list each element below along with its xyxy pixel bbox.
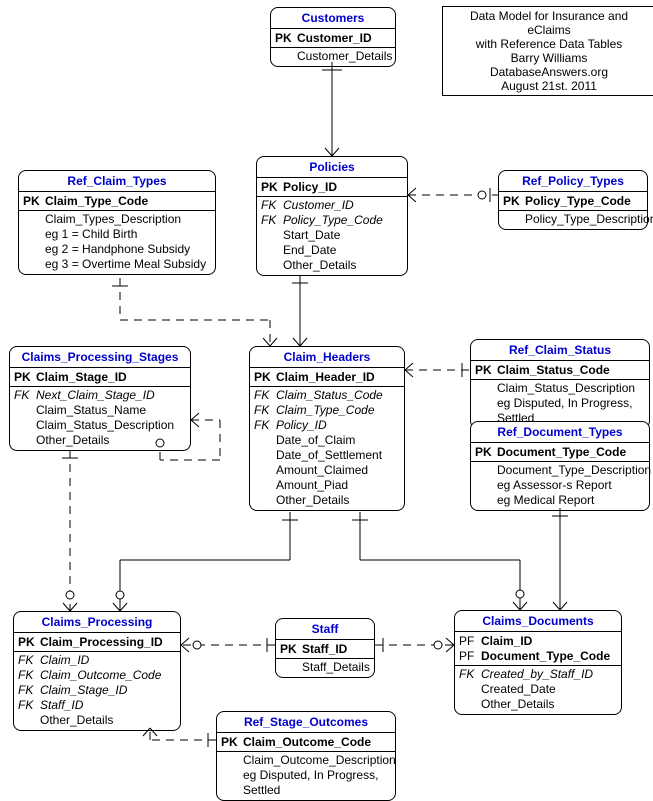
entity-title: Ref_Claim_Types bbox=[19, 171, 215, 192]
entity-ref-document-types: Ref_Document_Types PKDocument_Type_Code … bbox=[470, 421, 650, 511]
entity-claims-processing-stages: Claims_Processing_Stages PKClaim_Stage_I… bbox=[9, 346, 191, 451]
pf-field: Document_Type_Code bbox=[481, 649, 617, 664]
entity-title: Claim_Headers bbox=[250, 347, 404, 368]
attr-field: Amount_Claimed bbox=[276, 463, 400, 478]
fk-field: Customer_ID bbox=[283, 198, 403, 213]
attr-field: Document_Type_Description bbox=[497, 463, 651, 478]
pk-field: Claim_Stage_ID bbox=[36, 370, 186, 385]
entity-title: Ref_Document_Types bbox=[471, 422, 649, 443]
entity-title: Claims_Processing bbox=[14, 612, 180, 633]
entity-claims-processing: Claims_Processing PKClaim_Processing_ID … bbox=[13, 611, 181, 731]
attr-field: Staff_Details bbox=[302, 660, 370, 675]
entity-customers: Customers PKCustomer_ID Customer_Details bbox=[270, 7, 396, 67]
entity-ref-claim-types: Ref_Claim_Types PKClaim_Type_Code Claim_… bbox=[18, 170, 216, 275]
attr-field: Claim_Status_Description bbox=[36, 418, 186, 433]
entity-title: Staff bbox=[276, 619, 374, 640]
attr-field: Claim_Status_Description bbox=[497, 381, 645, 396]
info-line: with Reference Data Tables bbox=[449, 37, 649, 51]
info-line: DatabaseAnswers.org bbox=[449, 65, 649, 79]
entity-claims-documents: Claims_Documents PFClaim_ID PFDocument_T… bbox=[454, 610, 622, 715]
attr-field: Claim_Types_Description bbox=[45, 212, 211, 227]
attr-field: Policy_Type_Description bbox=[525, 212, 653, 227]
attr-field: eg Medical Report bbox=[497, 493, 645, 508]
fk-field: Claim_ID bbox=[40, 653, 176, 668]
attr-field: Claim_Outcome_Description bbox=[243, 753, 396, 768]
attr-field: eg Assessor-s Report bbox=[497, 478, 645, 493]
entity-staff: Staff PKStaff_ID Staff_Details bbox=[275, 618, 375, 678]
fk-field: Policy_Type_Code bbox=[283, 213, 403, 228]
attr-field: Start_Date bbox=[283, 228, 403, 243]
attr-field: Other_Details bbox=[283, 258, 403, 273]
pk-field: Policy_Type_Code bbox=[525, 194, 643, 209]
fk-field: Claim_Outcome_Code bbox=[40, 668, 176, 683]
pk-field: Claim_Outcome_Code bbox=[243, 735, 391, 750]
entity-title: Ref_Policy_Types bbox=[499, 171, 647, 192]
entity-title: Ref_Claim_Status bbox=[471, 340, 649, 361]
pk-field: Staff_ID bbox=[302, 642, 370, 657]
attr-field: eg 1 = Child Birth bbox=[45, 227, 211, 242]
info-box: Data Model for Insurance and eClaims wit… bbox=[442, 6, 653, 96]
fk-field: Next_Claim_Stage_ID bbox=[36, 388, 186, 403]
fk-field: Created_by_Staff_ID bbox=[481, 667, 617, 682]
attr-field: Other_Details bbox=[36, 433, 186, 448]
pk-field: Customer_ID bbox=[297, 31, 391, 46]
pk-field: Claim_Status_Code bbox=[497, 363, 645, 378]
info-line: Barry Williams bbox=[449, 51, 649, 65]
pk-field: Document_Type_Code bbox=[497, 445, 645, 460]
pk-field: Claim_Type_Code bbox=[45, 194, 211, 209]
entity-policies: Policies PKPolicy_ID FKCustomer_ID FKPol… bbox=[256, 156, 408, 276]
fk-field: Claim_Type_Code bbox=[276, 403, 400, 418]
entity-ref-claim-status: Ref_Claim_Status PKClaim_Status_Code Cla… bbox=[470, 339, 650, 429]
attr-field: eg 2 = Handphone Subsidy bbox=[45, 242, 211, 257]
attr-field: eg 3 = Overtime Meal Subsidy bbox=[45, 257, 211, 272]
attr-field: Other_Details bbox=[40, 713, 176, 728]
entity-title: Ref_Stage_Outcomes bbox=[217, 712, 395, 733]
entity-claim-headers: Claim_Headers PKClaim_Header_ID FKClaim_… bbox=[249, 346, 405, 511]
pk-field: Policy_ID bbox=[283, 180, 403, 195]
info-line: Data Model for Insurance and eClaims bbox=[449, 9, 649, 37]
entity-title: Customers bbox=[271, 8, 395, 29]
pf-field: Claim_ID bbox=[481, 634, 617, 649]
fk-field: Policy_ID bbox=[276, 418, 400, 433]
fk-field: Claim_Stage_ID bbox=[40, 683, 176, 698]
attr-field: Created_Date bbox=[481, 682, 617, 697]
entity-title: Policies bbox=[257, 157, 407, 178]
attr-field: Amount_Piad bbox=[276, 478, 400, 493]
entity-title: Claims_Processing_Stages bbox=[10, 347, 190, 368]
entity-ref-stage-outcomes: Ref_Stage_Outcomes PKClaim_Outcome_Code … bbox=[216, 711, 396, 801]
attr-field: Date_of_Settlement bbox=[276, 448, 400, 463]
pk-field: Claim_Header_ID bbox=[276, 370, 400, 385]
attr-field: End_Date bbox=[283, 243, 403, 258]
attr-field: Other_Details bbox=[481, 697, 617, 712]
pk-field: Claim_Processing_ID bbox=[40, 635, 176, 650]
fk-field: Claim_Status_Code bbox=[276, 388, 400, 403]
attr-field: Other_Details bbox=[276, 493, 400, 508]
entity-title: Claims_Documents bbox=[455, 611, 621, 632]
entity-ref-policy-types: Ref_Policy_Types PKPolicy_Type_Code Poli… bbox=[498, 170, 648, 230]
attr-field: eg Disputed, In Progress, Settled bbox=[243, 768, 391, 798]
fk-field: Staff_ID bbox=[40, 698, 176, 713]
attr-field: Customer_Details bbox=[297, 49, 392, 64]
info-line: August 21st. 2011 bbox=[449, 79, 649, 93]
attr-field: Claim_Status_Name bbox=[36, 403, 186, 418]
attr-field: Date_of_Claim bbox=[276, 433, 400, 448]
